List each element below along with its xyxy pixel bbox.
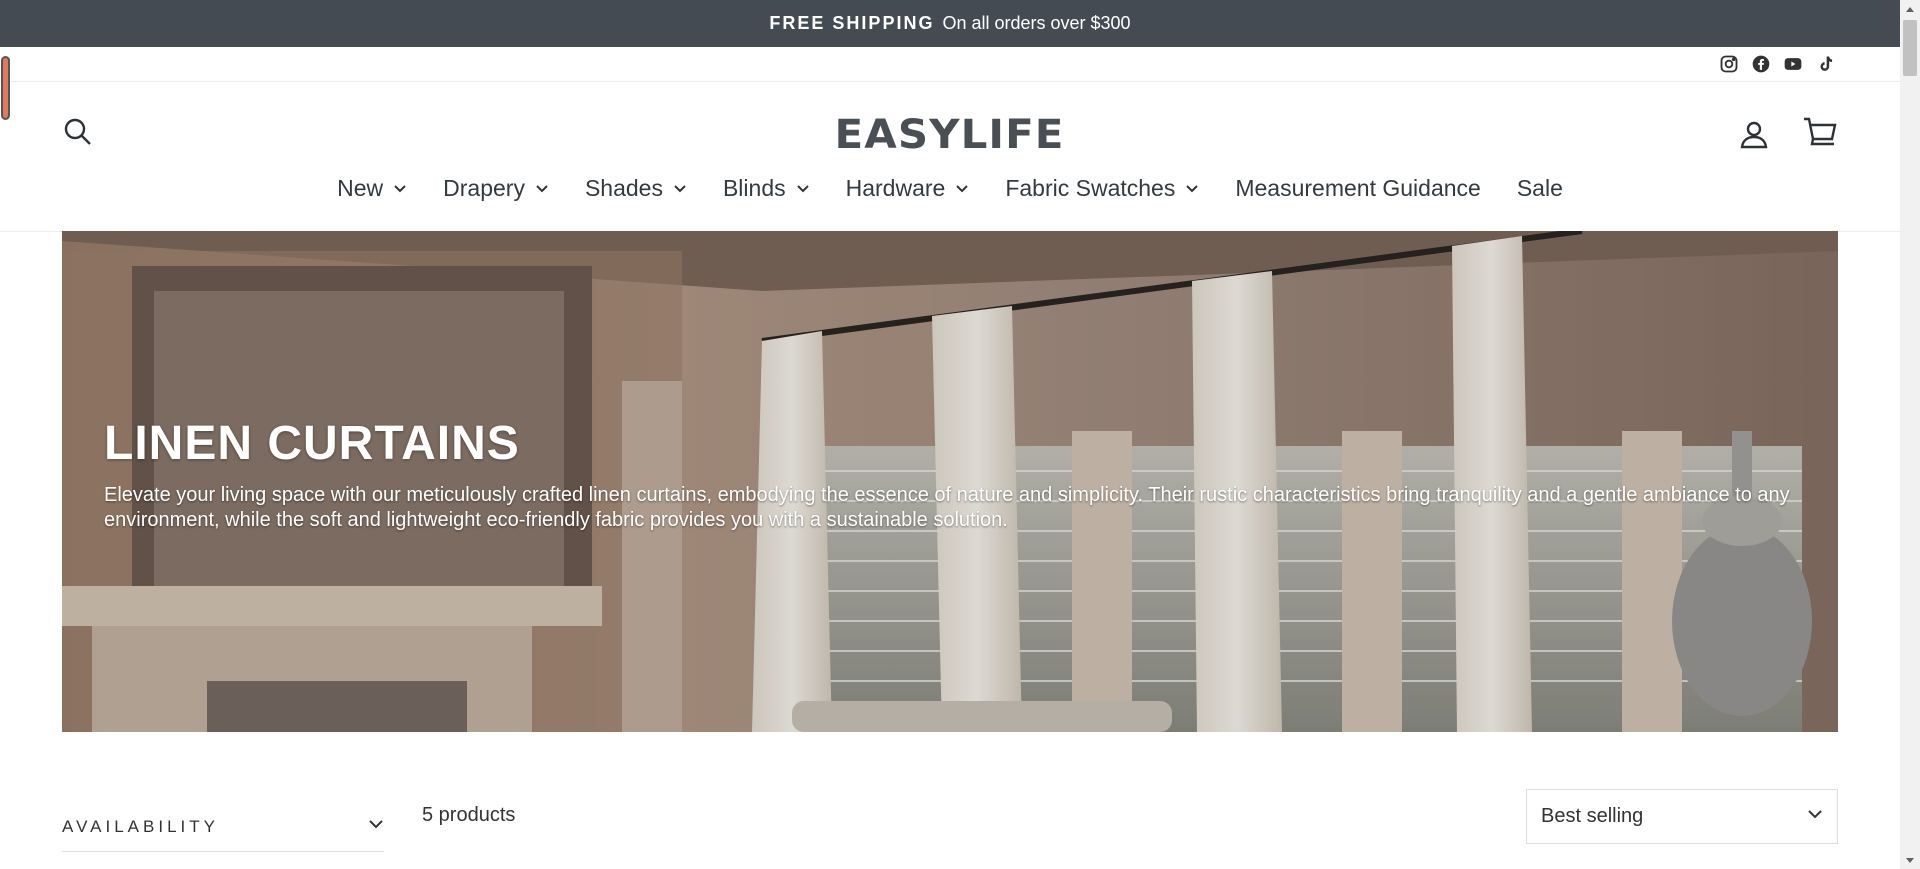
chevron-down-icon: [673, 181, 687, 195]
nav-item-blinds[interactable]: Blinds: [705, 168, 828, 208]
cart-icon[interactable]: [1802, 116, 1838, 150]
sort-by-select[interactable]: Best selling: [1526, 789, 1838, 844]
youtube-icon[interactable]: [1782, 53, 1804, 75]
nav-item-shades[interactable]: Shades: [567, 168, 705, 208]
chevron-down-icon: [1185, 181, 1199, 195]
hero-image: [62, 231, 1838, 732]
announcement-strong: FREE SHIPPING: [769, 13, 935, 33]
scrollbar-thumb[interactable]: [1903, 20, 1917, 76]
announcement-bar: FREE SHIPPING On all orders over $300: [0, 0, 1900, 47]
announcement-text: On all orders over $300: [942, 13, 1131, 33]
scroll-down-arrow-icon[interactable]: [1900, 852, 1920, 869]
nav-item-hardware[interactable]: Hardware: [828, 168, 988, 208]
scroll-up-arrow-icon[interactable]: [1900, 0, 1920, 17]
tiktok-icon[interactable]: [1814, 53, 1836, 75]
nav-item-sale[interactable]: Sale: [1499, 168, 1581, 208]
filter-label: AVAILABILITY: [62, 816, 219, 836]
account-icon[interactable]: [1738, 118, 1770, 150]
site-header: EASYLIFE New Drapery Shades Blinds Hardw…: [0, 82, 1900, 232]
nav-item-new[interactable]: New: [319, 168, 425, 208]
instagram-icon[interactable]: [1718, 53, 1740, 75]
page-scrollbar[interactable]: [1900, 0, 1920, 869]
social-row: [0, 47, 1900, 82]
chevron-down-icon: [393, 181, 407, 195]
chevron-down-icon: [955, 181, 969, 195]
product-count: 5 products: [422, 804, 516, 826]
chevron-down-icon: [1807, 805, 1823, 828]
collection-hero: LINEN CURTAINS Elevate your living space…: [62, 231, 1838, 732]
nav-item-fabric-swatches[interactable]: Fabric Swatches: [987, 168, 1217, 208]
site-logo[interactable]: EASYLIFE: [0, 112, 1900, 158]
sort-selected-value: Best selling: [1541, 805, 1644, 827]
social-links: [1718, 53, 1836, 75]
main-navigation: New Drapery Shades Blinds Hardware Fabri…: [0, 168, 1900, 208]
chevron-down-icon: [368, 816, 384, 837]
nav-item-measurement-guidance[interactable]: Measurement Guidance: [1217, 168, 1498, 208]
facebook-icon[interactable]: [1750, 53, 1772, 75]
chevron-down-icon: [535, 181, 549, 195]
nav-item-drapery[interactable]: Drapery: [425, 168, 567, 208]
chevron-down-icon: [796, 181, 810, 195]
availability-filter-toggle[interactable]: AVAILABILITY: [62, 802, 384, 852]
page-title: LINEN CURTAINS: [104, 417, 520, 470]
collection-description: Elevate your living space with our metic…: [104, 484, 1790, 531]
